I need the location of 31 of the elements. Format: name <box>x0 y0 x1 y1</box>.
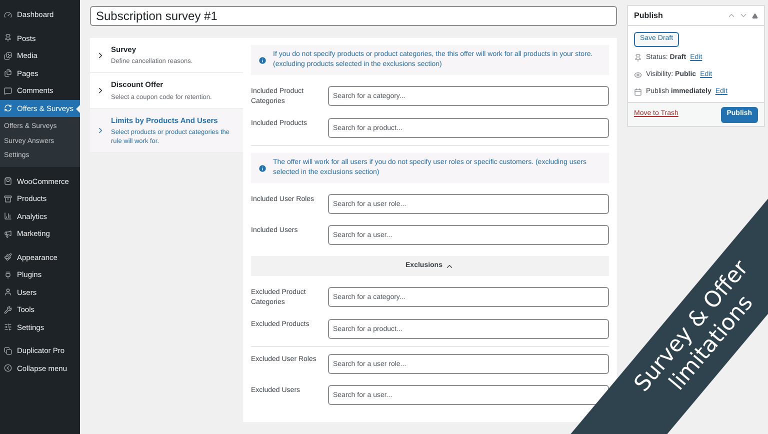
copy-icon <box>4 346 12 355</box>
chevron-up-icon[interactable] <box>727 11 736 20</box>
refresh-icon <box>4 104 12 112</box>
speech-bubble-icon <box>4 86 12 95</box>
bar-chart-icon <box>4 212 12 220</box>
gauge-icon <box>4 10 12 19</box>
chevron-icon <box>96 50 105 60</box>
title-field[interactable]: Subscription survey #1 <box>90 6 617 26</box>
panel-title: Publish <box>634 10 664 22</box>
archive-icon <box>4 194 12 203</box>
paintbrush-icon <box>4 253 12 262</box>
collapse-icon <box>4 364 12 372</box>
sliders-icon <box>4 323 12 332</box>
wrench-icon <box>4 306 12 314</box>
info-icon <box>258 56 267 64</box>
plug-icon <box>4 270 12 279</box>
shopping-bag-icon <box>4 177 12 186</box>
pages-icon <box>4 69 12 78</box>
pointer-notch <box>76 104 80 112</box>
triangle-icon[interactable] <box>752 12 758 18</box>
images-icon <box>4 52 12 60</box>
eye-icon <box>634 71 642 79</box>
chevron-down-icon[interactable] <box>739 11 748 20</box>
megaphone-icon <box>4 230 12 238</box>
chevron-icon <box>96 86 105 95</box>
pin-icon <box>634 54 642 62</box>
user-icon <box>4 288 12 296</box>
calendar-icon <box>634 88 642 96</box>
pin-icon <box>4 34 12 42</box>
info-icon <box>258 164 267 172</box>
chevron-icon <box>96 126 105 135</box>
